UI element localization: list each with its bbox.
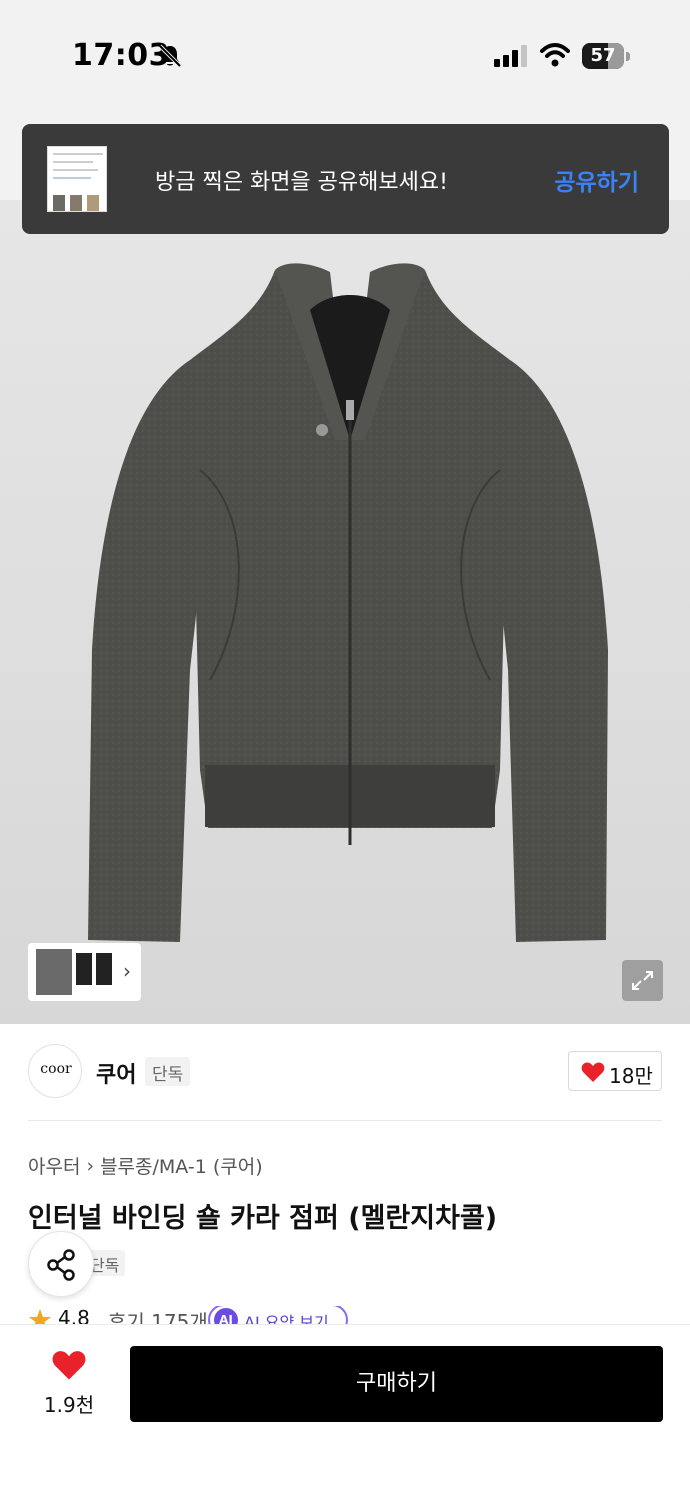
brand-logo-text: coor (40, 1061, 72, 1077)
battery-level: 57 (590, 45, 616, 66)
rating-value: 4.8 (58, 1306, 90, 1326)
thumbnail-images (36, 949, 112, 995)
chevron-right-icon: › (123, 959, 131, 983)
brand-like-button[interactable]: 18만 (568, 1051, 662, 1091)
divider (28, 1120, 662, 1121)
wishlist-count: 1.9천 (43, 1393, 95, 1417)
share-toast: 방금 찍은 화면을 공유해보세요! 공유하기 (22, 124, 669, 234)
buy-button[interactable]: 구매하기 (130, 1346, 663, 1422)
bottom-bar: 1.9천 구매하기 (0, 1324, 690, 1500)
brand-like-count: 18만 (609, 1064, 653, 1088)
expand-icon[interactable] (622, 960, 663, 1001)
share-floating-button[interactable] (28, 1231, 94, 1297)
cellular-signal-icon (494, 45, 527, 67)
product-title: 인터널 바인딩 숄 카라 점퍼 (멜란지차콜) (28, 1203, 498, 1234)
review-count[interactable]: 후기 175개 (108, 1306, 208, 1326)
screenshot-thumbnail[interactable] (47, 146, 107, 212)
share-button[interactable]: 공유하기 (554, 163, 639, 197)
chevron-right-icon: › (86, 1154, 95, 1177)
thumbnail-strip[interactable]: › (28, 943, 141, 1001)
heart-icon (581, 1062, 605, 1082)
battery-tip (626, 52, 630, 61)
rating-row: 4.8 후기 175개 AI AI 요약 보기 (28, 1306, 428, 1326)
jacket-image (88, 263, 608, 942)
heart-icon (52, 1351, 86, 1380)
brand-exclusive-tag: 단독 (145, 1057, 191, 1086)
breadcrumb-item[interactable]: 아우터 (28, 1152, 80, 1179)
breadcrumb-item[interactable]: 블루종/MA-1 (쿠어) (100, 1152, 263, 1179)
ai-summary-button[interactable]: AI AI 요약 보기 (208, 1306, 348, 1326)
toast-message: 방금 찍은 화면을 공유해보세요! (155, 170, 448, 195)
share-icon (47, 1249, 75, 1281)
brand-name[interactable]: 쿠어 (96, 1057, 136, 1089)
bell-muted-icon (158, 44, 182, 68)
wifi-icon (540, 43, 570, 67)
battery-indicator: 57 (582, 43, 630, 69)
wishlist-button[interactable]: 1.9천 (40, 1349, 98, 1429)
brand-logo[interactable]: coor (28, 1044, 82, 1098)
product-image[interactable]: › (0, 200, 690, 1024)
breadcrumb: 아우터 › 블루종/MA-1 (쿠어) (28, 1152, 263, 1179)
